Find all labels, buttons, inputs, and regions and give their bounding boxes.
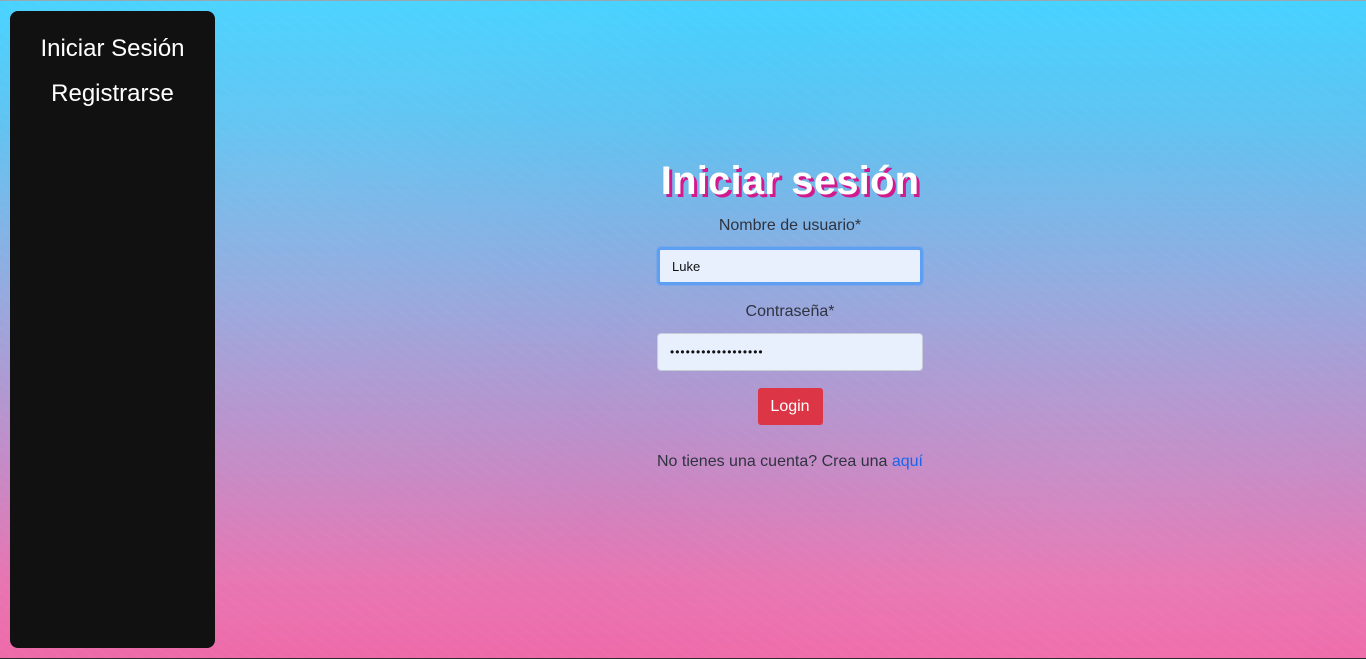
- password-input[interactable]: [657, 333, 923, 371]
- password-label: Contraseña*: [745, 303, 835, 320]
- signup-link[interactable]: aquí: [892, 453, 923, 470]
- sidebar-item-registrarse[interactable]: Registrarse: [10, 80, 215, 108]
- sidebar-item-iniciar-sesion[interactable]: Iniciar Sesión: [10, 35, 215, 63]
- login-button[interactable]: Login: [757, 388, 823, 425]
- page-title: Iniciar sesión: [660, 159, 920, 203]
- login-form: Iniciar sesión Nombre de usuario* Contra…: [640, 155, 940, 472]
- signup-prompt: No tienes una cuenta? Crea una aquí: [640, 452, 940, 472]
- signup-text: No tienes una cuenta? Crea una: [657, 453, 888, 470]
- username-input[interactable]: [657, 247, 923, 285]
- sidebar: Iniciar Sesión Registrarse: [10, 11, 215, 648]
- username-label: Nombre de usuario*: [718, 217, 862, 234]
- top-border: [0, 0, 1366, 1]
